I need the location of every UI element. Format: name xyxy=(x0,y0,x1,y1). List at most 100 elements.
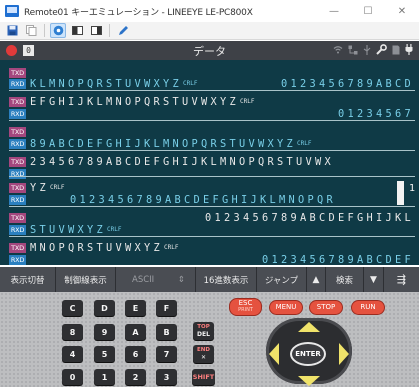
line-separator xyxy=(9,206,415,207)
rxd-tag: RXD xyxy=(9,79,26,89)
close-button[interactable]: ✕ xyxy=(385,0,419,22)
shift-key[interactable]: SHIFT xyxy=(192,369,215,385)
stop-button[interactable]: STOP xyxy=(309,300,343,315)
key-2[interactable]: 2 xyxy=(125,369,146,385)
end-clear-key[interactable]: END ✕ xyxy=(193,345,214,363)
network-icon xyxy=(348,45,358,59)
key-6[interactable]: 6 xyxy=(125,346,146,362)
copy-icon[interactable] xyxy=(23,23,39,38)
single-view-icon[interactable] xyxy=(88,23,104,38)
minimize-button[interactable]: — xyxy=(317,0,351,22)
line-separator xyxy=(9,90,415,91)
run-button[interactable]: RUN xyxy=(351,300,385,315)
search-down-icon[interactable]: ▼ xyxy=(364,267,384,292)
txd-tag: TXD xyxy=(9,183,26,193)
crlf-marker: CRLF xyxy=(240,98,255,105)
terminal-data-view[interactable]: 1 TXD RXD KLMNOPQRSTUVWXYZ CRLF 0123456789AB… xyxy=(0,60,419,265)
rxd-tag: RXD xyxy=(9,139,26,149)
maximize-button[interactable]: ☐ xyxy=(351,0,385,22)
usb-icon xyxy=(363,44,371,59)
app-icon xyxy=(5,5,19,17)
data-panel-header: 0 データ xyxy=(0,41,419,60)
key-b[interactable]: B xyxy=(156,324,177,340)
esc-button[interactable]: ESC PRINT xyxy=(229,298,262,316)
key-d[interactable]: D xyxy=(94,300,115,316)
key-3[interactable]: 3 xyxy=(156,369,177,385)
terminal-line: TXD YZ CRLF xyxy=(0,183,419,194)
terminal-line: TXD EFGHIJKLMNOPQRSTUVWXYZ CRLF xyxy=(0,97,419,108)
search-button[interactable]: 検索 xyxy=(326,267,364,292)
encoding-select[interactable]: ASCII ⇕ xyxy=(116,267,196,292)
window-title: Remote01 キーエミュレーション - LINEEYE LE-PC800X xyxy=(24,7,253,18)
terminal-text: 01234567 xyxy=(338,108,414,120)
esc-sublabel: PRINT xyxy=(238,307,253,313)
key-1[interactable]: 1 xyxy=(94,369,115,385)
control-lines-button[interactable]: 制御線表示 xyxy=(56,267,116,292)
terminal-line: RXD 89ABCDEFGHIJKLMNOPQRSTUVWXYZ CRLF xyxy=(0,139,419,150)
key-label: DEL xyxy=(197,331,210,338)
dpad-right-icon[interactable] xyxy=(339,343,349,365)
hex-display-button[interactable]: 16進数表示 xyxy=(196,267,257,292)
display-toggle-button[interactable]: 表示切替 xyxy=(0,267,56,292)
line-separator xyxy=(9,150,415,151)
key-f[interactable]: F xyxy=(156,300,177,316)
terminal-text: 23456789ABCDEFGHIJKLMNOPQRSTUVWX xyxy=(30,156,334,168)
wrench-icon[interactable] xyxy=(376,44,387,59)
txd-tag: TXD xyxy=(9,127,26,137)
terminal-text: 0123456789ABCDEFGHIJKL xyxy=(205,212,414,224)
rxd-tag: RXD xyxy=(9,169,26,179)
menu-button[interactable]: MENU xyxy=(269,300,303,315)
key-8[interactable]: 8 xyxy=(62,324,83,340)
key-0[interactable]: 0 xyxy=(62,369,83,385)
terminal-text: 0123456789ABCDEF xyxy=(262,254,414,266)
enter-button[interactable]: ENTER xyxy=(290,342,326,366)
key-9[interactable]: 9 xyxy=(94,324,115,340)
key-c[interactable]: C xyxy=(62,300,83,316)
monitor-icon[interactable] xyxy=(50,23,66,38)
terminal-line: RXD 0123456789ABCDEFGHIJKLMNOPQR xyxy=(0,195,419,206)
key-5[interactable]: 5 xyxy=(94,346,115,362)
line-separator xyxy=(9,236,415,237)
rxd-tag: RXD xyxy=(9,255,26,265)
pen-icon[interactable] xyxy=(115,23,131,38)
toolbar-separator xyxy=(44,24,45,37)
split-view-icon[interactable] xyxy=(69,23,85,38)
terminal-line: TXD xyxy=(0,127,419,138)
wifi-icon xyxy=(333,45,343,58)
function-bar: 表示切替 制御線表示 ASCII ⇕ 16進数表示 ジャンプ ▲ 検索 ▼ ⇶ xyxy=(0,267,419,292)
terminal-line: TXD MNOPQRSTUVWXYZ CRLF xyxy=(0,243,419,254)
key-7[interactable]: 7 xyxy=(156,346,177,362)
rxd-tag: RXD xyxy=(9,225,26,235)
window-title-bar: Remote01 キーエミュレーション - LINEEYE LE-PC800X … xyxy=(0,0,419,22)
line-separator xyxy=(9,176,415,177)
record-indicator-icon[interactable] xyxy=(6,45,17,56)
terminal-line: TXD 23456789ABCDEFGHIJKLMNOPQRSTUVWX xyxy=(0,157,419,168)
terminal-text: KLMNOPQRSTUVWXYZ xyxy=(30,78,182,90)
key-label: ✕ xyxy=(200,354,207,361)
key-a[interactable]: A xyxy=(125,324,146,340)
dpad-down-icon[interactable] xyxy=(298,376,320,386)
dpad-up-icon[interactable] xyxy=(298,322,320,332)
sd-card-icon xyxy=(392,45,400,59)
save-icon[interactable] xyxy=(4,23,20,38)
toolbar-separator xyxy=(109,24,110,37)
rxd-tag: RXD xyxy=(9,195,26,205)
terminal-text: STUVWXYZ xyxy=(30,224,106,236)
terminal-line: RXD xyxy=(0,169,419,180)
menu-icon[interactable]: ⇶ xyxy=(384,267,419,292)
key-4[interactable]: 4 xyxy=(62,346,83,362)
terminal-line: TXD 0123456789ABCDEFGHIJKL xyxy=(0,213,419,224)
jump-button[interactable]: ジャンプ xyxy=(257,267,307,292)
key-shift-label: TOP xyxy=(197,324,210,330)
txd-tag: TXD xyxy=(9,97,26,107)
terminal-line: RXD STUVWXYZ CRLF xyxy=(0,225,419,236)
top-del-key[interactable]: TOP DEL xyxy=(193,322,214,340)
txd-tag: TXD xyxy=(9,243,26,253)
key-shift-label: END xyxy=(197,347,210,353)
jump-up-icon[interactable]: ▲ xyxy=(307,267,326,292)
encoding-value: ASCII xyxy=(132,274,155,285)
dpad-left-icon[interactable] xyxy=(269,343,279,365)
key-e[interactable]: E xyxy=(125,300,146,316)
txd-tag: TXD xyxy=(9,68,26,78)
rxd-tag: RXD xyxy=(9,109,26,119)
